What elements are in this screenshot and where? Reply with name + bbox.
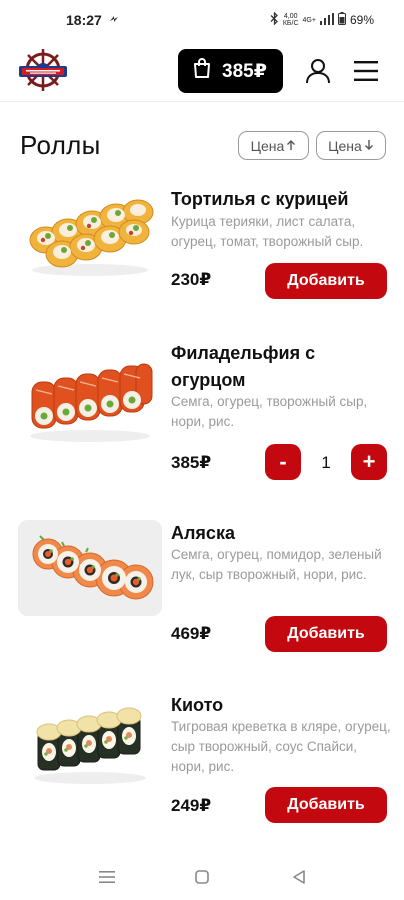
increase-quantity-button[interactable]: +: [351, 444, 387, 480]
product-description: Курица терияки, лист салата, огурец, том…: [171, 214, 364, 249]
data-saver-icon: [108, 12, 120, 28]
arrow-up-icon: [286, 138, 296, 154]
product-image-philadelphia-cucumber[interactable]: [18, 354, 162, 450]
brand-logo[interactable]: [16, 46, 70, 96]
product-description: Семга, огурец, помидор, зеленый лук, сыр…: [171, 547, 382, 582]
cart-total: 385₽: [222, 60, 267, 82]
bluetooth-icon: [270, 11, 279, 28]
home-icon[interactable]: [191, 866, 213, 888]
battery-level: 69%: [349, 13, 374, 27]
decrease-quantity-button[interactable]: -: [265, 444, 301, 480]
plus-icon: +: [362, 449, 376, 474]
network-speed-value: 4,00: [283, 13, 298, 20]
sort-price-ascending-button[interactable]: Цена: [238, 131, 309, 160]
product-image-tortilla[interactable]: [18, 190, 162, 286]
recent-apps-icon[interactable]: [96, 866, 118, 888]
network-speed-unit: КБ/С: [282, 20, 299, 27]
shopping-bag-icon: [192, 57, 212, 85]
sort-asc-label: Цена: [250, 137, 285, 154]
add-to-cart-button[interactable]: Добавить: [265, 616, 387, 652]
product-name: Тортилья с курицей: [171, 189, 349, 209]
minus-icon: -: [279, 449, 287, 474]
quantity-value: 1: [321, 453, 331, 472]
network-type: 4G+: [302, 16, 316, 24]
product-price: 249₽: [171, 796, 212, 815]
product-image-alaska[interactable]: [18, 520, 162, 616]
add-to-cart-button[interactable]: Добавить: [265, 263, 387, 299]
product-name: Аляска: [171, 523, 235, 543]
sort-price-descending-button[interactable]: Цена: [316, 131, 386, 160]
cart-button[interactable]: 385₽: [178, 49, 283, 93]
system-navigation-bar: [0, 854, 404, 900]
product-price: 469₽: [171, 624, 212, 643]
product-price: 385₽: [171, 453, 212, 472]
page-title: Роллы: [20, 130, 101, 160]
product-image-kyoto[interactable]: [18, 696, 162, 792]
status-bar: 18:27 4,00 КБ/С 4G+ 69%: [0, 0, 404, 40]
signal-icon: [319, 12, 334, 28]
arrow-down-icon: [364, 138, 374, 154]
catalog-header: Роллы Цена Цена: [20, 128, 386, 164]
product-description: Семга, огурец, творожный сыр, нори, рис.: [171, 394, 368, 429]
add-to-cart-button[interactable]: Добавить: [265, 787, 387, 823]
product-description: Тигровая креветка в кляре, огурец, сыр т…: [171, 719, 391, 774]
network-speed: 4,00 КБ/С: [283, 13, 299, 27]
battery-icon: [337, 12, 346, 28]
product-name: Киото: [171, 695, 224, 715]
hamburger-menu-icon[interactable]: [354, 60, 378, 82]
app-header: 385₽: [0, 40, 404, 102]
product-name: Филадельфия с огурцом: [171, 343, 316, 390]
status-time: 18:27: [66, 12, 102, 28]
sort-desc-label: Цена: [328, 137, 362, 154]
user-profile-icon[interactable]: [304, 57, 332, 85]
product-price: 230₽: [171, 270, 212, 289]
back-icon[interactable]: [288, 866, 310, 888]
